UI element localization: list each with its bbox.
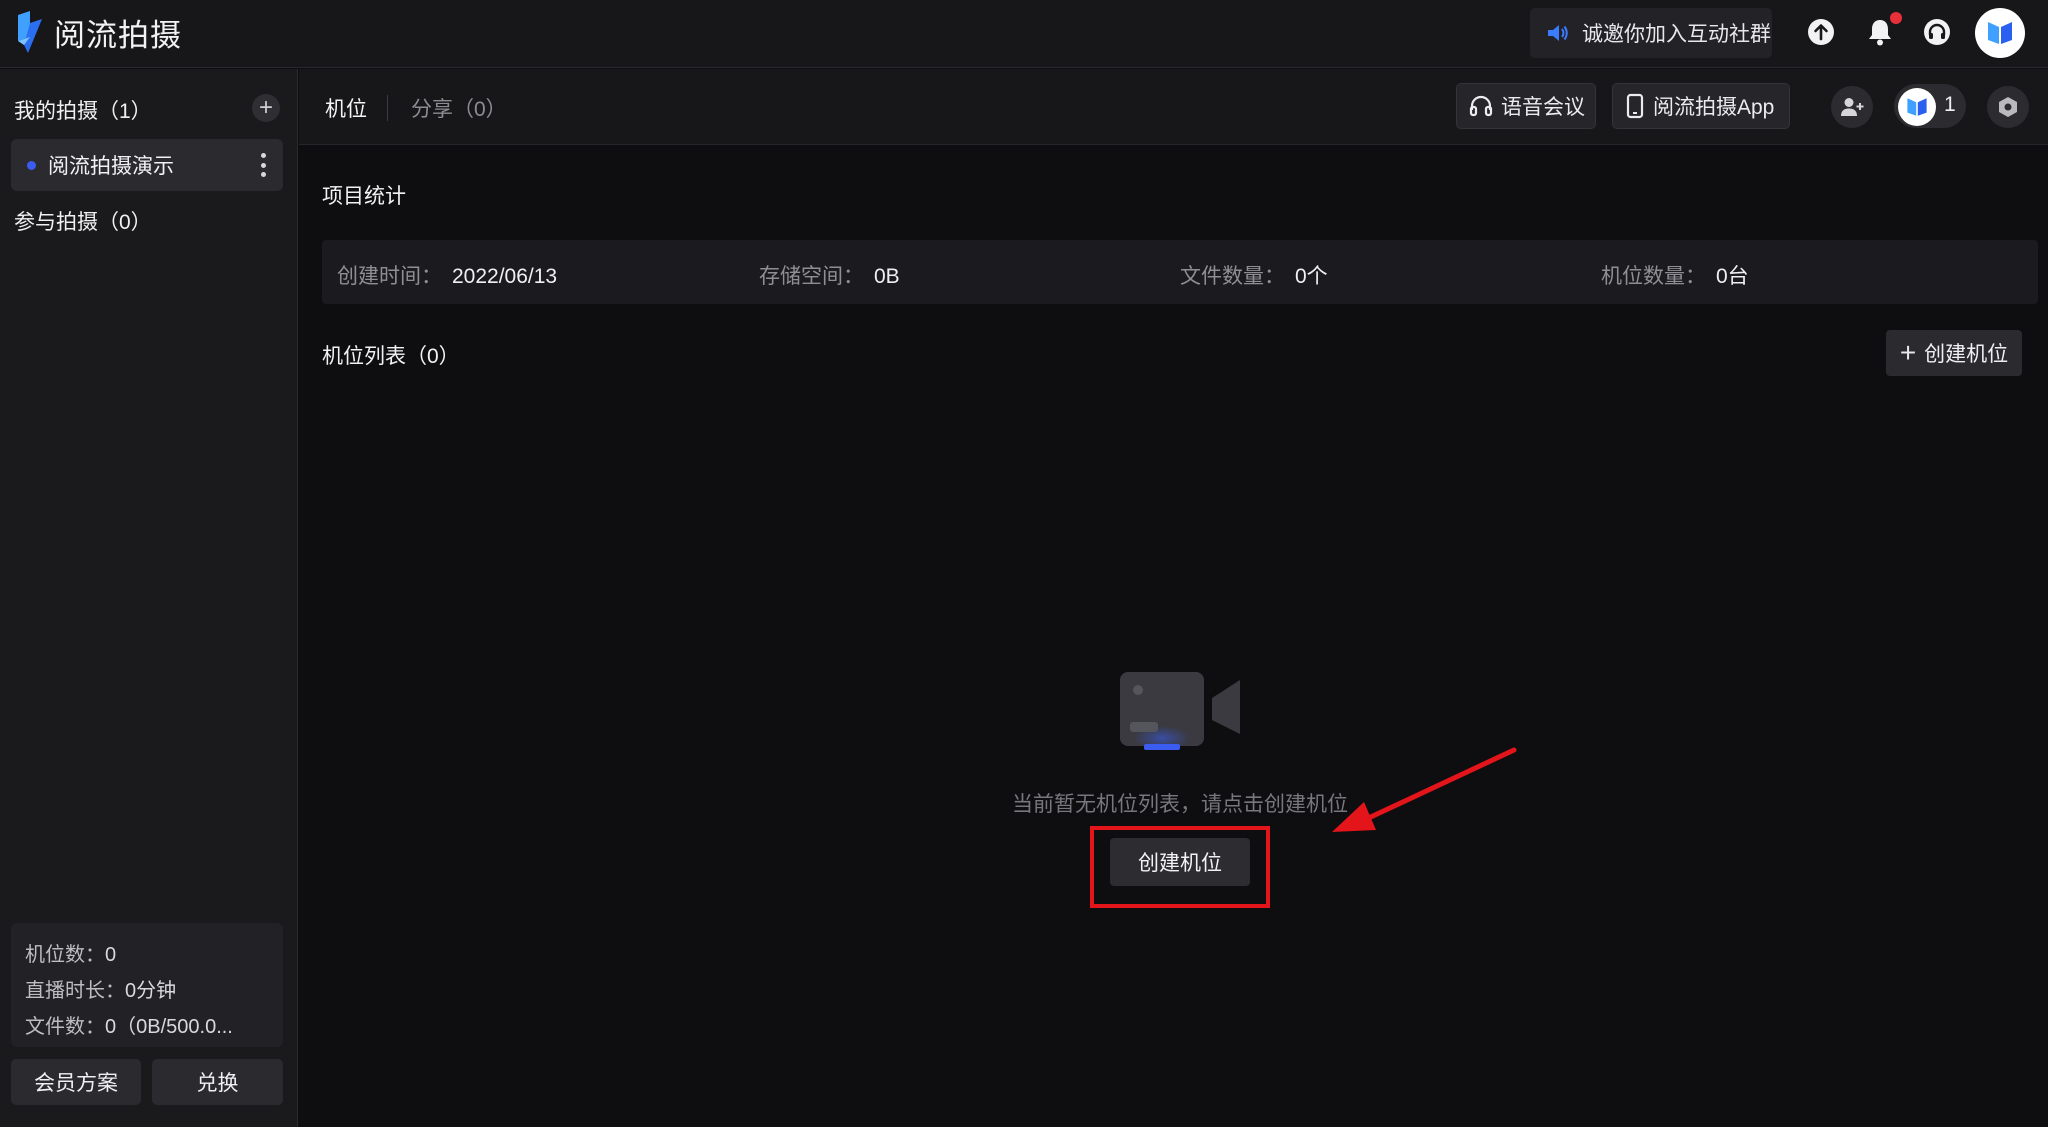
voice-meeting-button[interactable]: 语音会议	[1456, 83, 1596, 129]
speaker-icon	[1548, 25, 1568, 41]
highlight-box	[1090, 826, 1270, 908]
empty-state-text: 当前暂无机位列表，请点击创建机位	[1012, 793, 1348, 816]
invite-member-button[interactable]	[1831, 86, 1873, 128]
bell-icon	[1869, 20, 1891, 46]
user-avatar[interactable]	[1975, 8, 2025, 58]
file-count-stat: 文件数：0（0B/500.0...	[25, 1016, 233, 1038]
create-camera-label: 创建机位	[1924, 343, 2009, 366]
add-shoot-button[interactable]: +	[252, 94, 280, 122]
more-icon[interactable]	[261, 153, 267, 177]
plus-icon: +	[258, 94, 273, 121]
logo-icon	[18, 11, 42, 53]
account-stats: 机位数：0 直播时长：0分钟 文件数：0（0B/500.0...	[11, 923, 283, 1047]
project-stats-title: 项目统计	[322, 185, 406, 208]
headset-icon	[1924, 19, 1950, 45]
active-dot	[27, 160, 36, 170]
camera-list-title: 机位列表（0）	[322, 345, 460, 368]
member-avatar	[1898, 88, 1936, 126]
camera-icon	[1120, 672, 1240, 750]
member-count: 1	[1944, 93, 1956, 116]
voice-meeting-label: 语音会议	[1501, 96, 1585, 119]
joined-shoots-heading[interactable]: 参与拍摄（0）	[14, 206, 152, 236]
tab-divider	[387, 95, 388, 121]
app-download-button[interactable]: 阅流拍摄App	[1612, 83, 1790, 129]
camera-count-stat: 机位数：0	[25, 944, 117, 966]
sidebar: 我的拍摄（1） + 阅流拍摄演示 参与拍摄（0） 机位数：0 直播时长：0分钟 …	[0, 69, 298, 1127]
tab-cameras[interactable]: 机位	[325, 93, 367, 123]
logo-icon	[1907, 98, 1927, 116]
add-user-icon	[1841, 98, 1864, 116]
support-button[interactable]	[1921, 16, 1953, 48]
upload-button[interactable]	[1805, 16, 1837, 48]
settings-icon	[1999, 97, 2017, 117]
main-header: 机位 分享（0） 语音会议 阅流拍摄App 1	[299, 69, 2048, 145]
stat-file-count: 文件数量： 0个	[1180, 265, 1328, 288]
create-camera-button-top[interactable]: + 创建机位	[1886, 330, 2022, 376]
my-shoots-heading: 我的拍摄（1）	[14, 100, 152, 123]
sidebar-item-project[interactable]: 阅流拍摄演示	[11, 139, 283, 191]
settings-button[interactable]	[1987, 86, 2029, 128]
live-duration-stat: 直播时长：0分钟	[25, 980, 177, 1002]
top-bar: 阅流拍摄 诚邀你加入互动社群	[0, 0, 2048, 68]
stat-storage: 存储空间： 0B	[759, 265, 900, 288]
stat-camera-count: 机位数量： 0台	[1601, 265, 1749, 288]
project-stats-bar: 创建时间： 2022/06/13 存储空间： 0B 文件数量： 0个 机位数量： 0台	[322, 240, 2038, 304]
tab-share[interactable]: 分享（0）	[411, 93, 507, 123]
headphones-icon	[1469, 95, 1493, 117]
stat-created-time: 创建时间： 2022/06/13	[337, 265, 558, 288]
red-arrow-icon	[1332, 747, 1517, 832]
invite-text: 诚邀你加入互动社群	[1582, 23, 1771, 46]
app-logo[interactable]: 阅流拍摄	[14, 10, 182, 54]
upload-icon	[1808, 19, 1834, 45]
membership-button[interactable]: 会员方案	[11, 1059, 141, 1105]
project-name: 阅流拍摄演示	[48, 155, 174, 178]
redeem-button[interactable]: 兑换	[152, 1059, 283, 1105]
invite-community-button[interactable]: 诚邀你加入互动社群	[1530, 8, 1772, 58]
phone-icon	[1626, 93, 1644, 119]
logo-icon	[1988, 22, 2012, 44]
app-download-label: 阅流拍摄App	[1653, 96, 1775, 119]
app-title: 阅流拍摄	[54, 17, 182, 53]
plus-icon: +	[1899, 337, 1917, 368]
notification-dot	[1890, 12, 1902, 24]
